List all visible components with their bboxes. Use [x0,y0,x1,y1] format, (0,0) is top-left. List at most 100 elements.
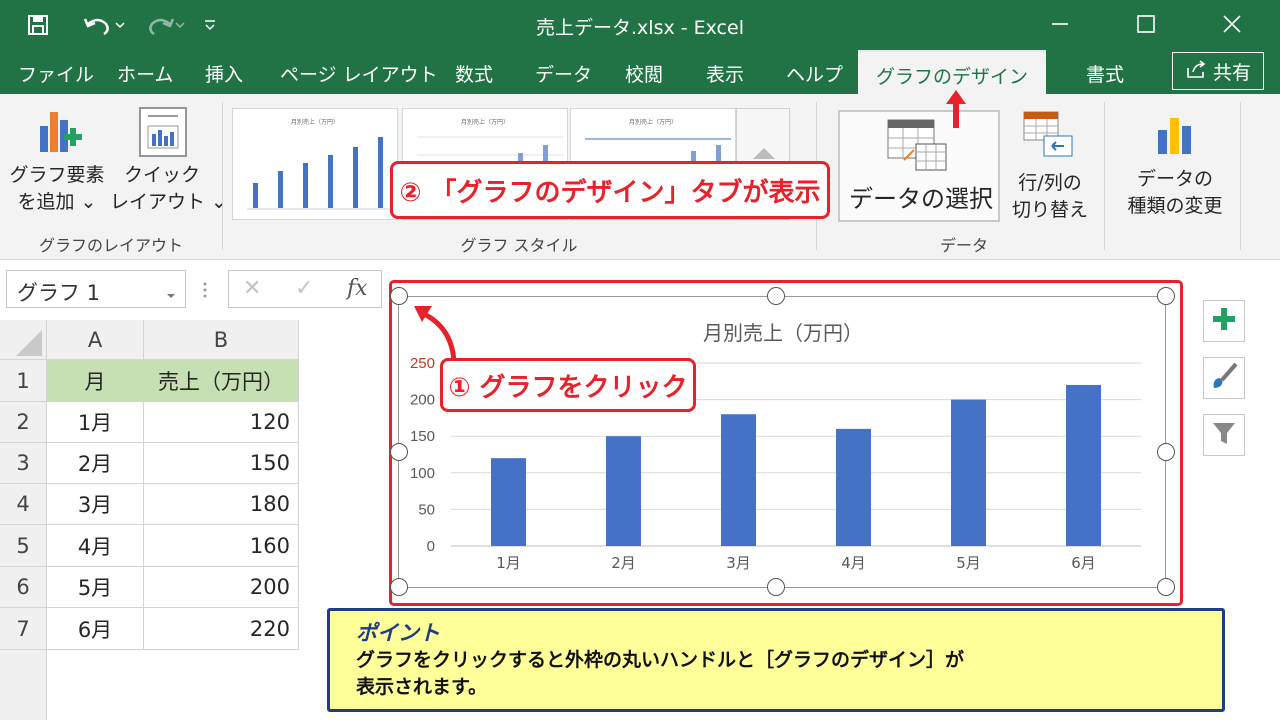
confirm-icon[interactable]: ✓ [295,276,313,301]
select-data-label: データの選択 [849,185,993,213]
chevron-down-icon[interactable] [165,282,177,306]
tab-review[interactable]: 校閲 [625,60,663,90]
add-chart-element-button[interactable]: グラフ要素 を追加 ⌄ [8,98,106,222]
column-header-b[interactable]: B [144,320,299,360]
row-header[interactable]: 3 [0,443,47,484]
resize-handle-right[interactable] [1157,443,1175,461]
change-chart-type-label-1: データの [1136,168,1213,190]
tip-line-2: 表示されます。 [356,676,488,698]
quick-layout-label-1: クイック [123,164,200,186]
chart-elements-button[interactable] [1203,300,1245,342]
row-header[interactable]: 4 [0,484,47,525]
x-tick-label: 2月 [611,554,636,572]
resize-handle-top[interactable] [767,287,785,305]
tip-box: ポイント グラフをクリックすると外枠の丸いハンドルと［グラフのデザイン］が 表示… [327,608,1225,712]
worksheet-grid: A B 1 月 売上（万円） 2 1月 120 3 2月 150 4 3月 18… [0,320,300,720]
change-chart-type-icon [1152,112,1200,160]
cell-b7[interactable]: 220 [144,608,299,650]
add-chart-element-label-1: グラフ要素 [9,164,105,186]
quick-layout-button[interactable]: クイック レイアウト ⌄ [110,98,227,222]
change-chart-type-button[interactable]: データの 種類の変更 [1112,98,1238,222]
cell-a3[interactable]: 2月 [47,443,144,484]
resize-handle-left[interactable] [390,443,408,461]
resize-handle-bottom-right[interactable] [1157,578,1175,596]
cell-b4[interactable]: 180 [144,484,299,525]
bar-5[interactable] [951,399,986,546]
tab-formulas[interactable]: 数式 [455,60,493,90]
ribbon-separator [1104,102,1105,250]
minimize-icon[interactable] [1040,8,1080,40]
cell-a7[interactable]: 6月 [47,608,144,650]
cell-b5[interactable]: 160 [144,525,299,567]
x-tick-label: 4月 [841,554,866,572]
resize-handle-bottom[interactable] [767,578,785,596]
quick-layout-icon [138,106,188,162]
x-tick-label: 3月 [726,554,751,572]
x-tick-label: 1月 [496,554,521,572]
column-header-a[interactable]: A [47,320,144,360]
row-header[interactable]: 1 [0,360,47,402]
bar-2[interactable] [606,436,641,546]
group-label-chart-layouts: グラフのレイアウト [38,236,183,255]
resize-handle-top-left[interactable] [390,287,408,305]
cell-a1[interactable]: 月 [47,360,144,402]
y-tick-label: 50 [418,501,435,518]
row-header[interactable]: 6 [0,567,47,608]
cell-b3[interactable]: 150 [144,443,299,484]
close-icon[interactable] [1212,8,1252,40]
switch-row-column-button[interactable]: 行/列の 切り替え [1006,98,1094,222]
chart-styles-button[interactable] [1203,357,1245,399]
tab-insert[interactable]: 挿入 [205,60,243,90]
switch-row-column-icon [1022,110,1078,164]
row-header[interactable]: 2 [0,402,47,443]
resize-handle-bottom-left[interactable] [390,578,408,596]
y-tick-label: 200 [410,392,435,409]
name-box[interactable]: グラフ 1 [6,270,186,308]
select-data-button[interactable]: データの選択 [838,110,1000,222]
chart-area[interactable]: 月別売上（万円） 0 50 100 150 200 250 1月 2月 3月 4月 5月 6月 [398,296,1166,588]
select-all-corner[interactable] [0,320,47,360]
switch-row-column-label-1: 行/列の [1018,172,1082,194]
tab-data[interactable]: データ [535,60,592,90]
group-label-chart-styles: グラフ スタイル [460,236,578,255]
cell-a4[interactable]: 3月 [47,484,144,525]
tip-line-1: グラフをクリックすると外枠の丸いハンドルと［グラフのデザイン］が [356,649,965,671]
add-chart-element-label-2: を追加 ⌄ [17,191,97,213]
row-header[interactable]: 5 [0,525,47,567]
bar-1[interactable] [491,458,526,546]
ribbon-separator [222,102,223,250]
cell-b1[interactable]: 売上（万円） [144,360,299,402]
y-tick-label: 0 [427,538,435,555]
callout-step-1: ① グラフをクリック [440,358,696,412]
cell-b2[interactable]: 120 [144,402,299,443]
resize-handle-top-right[interactable] [1157,287,1175,305]
tab-file[interactable]: ファイル [18,60,94,90]
maximize-icon[interactable] [1126,8,1166,40]
cell-a6[interactable]: 5月 [47,567,144,608]
ribbon-separator [1240,102,1241,250]
tab-page-layout[interactable]: ページ レイアウト [280,60,438,90]
quick-layout-label-2: レイアウト ⌄ [110,191,227,213]
bar-4[interactable] [836,428,871,546]
tab-view[interactable]: 表示 [706,60,744,90]
tab-format[interactable]: 書式 [1086,60,1124,90]
select-data-icon [886,118,952,178]
y-tick-label: 150 [410,428,435,445]
group-label-data: データ [939,236,988,255]
tab-help[interactable]: ヘルプ [786,60,843,90]
chart-filters-button[interactable] [1203,414,1245,456]
tab-home[interactable]: ホーム [117,60,173,90]
row-header[interactable]: 7 [0,608,47,650]
bar-3[interactable] [721,414,756,546]
cancel-icon[interactable]: ✕ [243,276,261,301]
callout-step-2: ② 「グラフのデザイン」タブが表示 [390,161,830,219]
cell-a2[interactable]: 1月 [47,402,144,443]
row-header-filler [0,650,47,720]
insert-function-icon[interactable]: fx [347,276,368,301]
cell-b6[interactable]: 200 [144,567,299,608]
cell-a5[interactable]: 4月 [47,525,144,567]
bar-6[interactable] [1066,384,1101,546]
formula-buttons: ✕ ✓ fx [228,270,382,308]
share-button[interactable]: 共有 [1172,52,1264,90]
chart-style-1[interactable]: 月別売上（万円） [232,108,398,220]
